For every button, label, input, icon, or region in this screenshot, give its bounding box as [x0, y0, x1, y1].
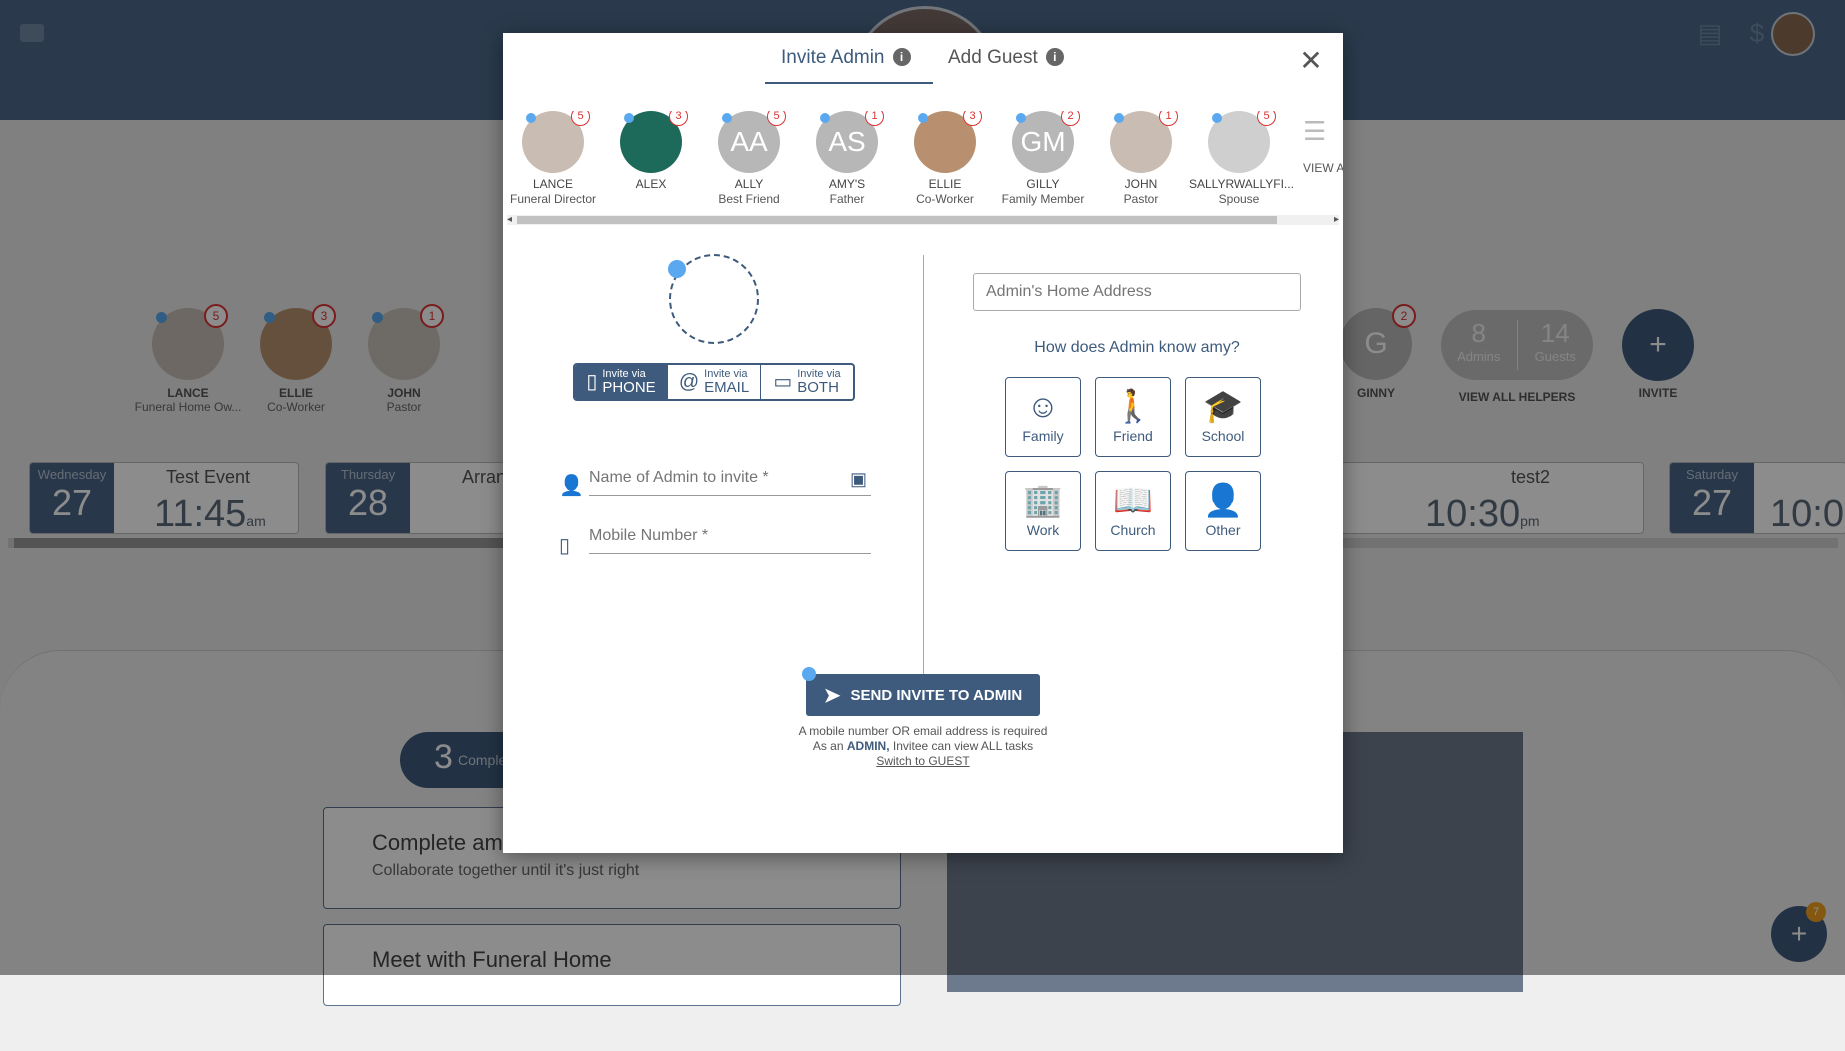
relationship-school-button[interactable]: 🎓 School	[1185, 377, 1261, 457]
family-icon: ☺	[1026, 388, 1060, 424]
invite-via-phone[interactable]: ▯ Invite via PHONE	[575, 365, 668, 399]
tab-add-guest[interactable]: Add Guest i	[948, 47, 1064, 69]
relationship-friend-button[interactable]: 🚶 Friend	[1095, 377, 1171, 457]
invite-form-left: ▯ Invite via PHONE @ Invite via EMAIL ▭ In…	[503, 253, 923, 693]
relationship-label: Work	[1026, 522, 1060, 538]
person-role: Family Member	[1001, 192, 1085, 206]
people-strip: 5 LANCE Funeral Director 3 ALEX AA 5 ALLY…	[503, 111, 1343, 211]
relationship-other-button[interactable]: 👤 Other	[1185, 471, 1261, 551]
church-icon: 📖	[1113, 482, 1153, 518]
tab-label: Invite Admin	[781, 47, 885, 68]
required-note: A mobile number OR email address is requ…	[798, 724, 1048, 738]
mobile-number-field[interactable]	[589, 523, 871, 554]
admin-name-field[interactable]: ▣	[589, 465, 871, 496]
tab-invite-admin[interactable]: Invite Admin i	[781, 47, 911, 69]
relationship-label: Friend	[1113, 428, 1153, 444]
person-name: ALLY	[734, 177, 764, 191]
close-icon[interactable]: ✕	[1297, 47, 1325, 75]
admin-note: As an ADMIN, Invitee can view ALL tasks	[812, 739, 1034, 753]
invite-via-email[interactable]: @ Invite via EMAIL	[668, 365, 761, 399]
person-role: Funeral Director	[509, 192, 597, 206]
active-tab-indicator	[765, 82, 933, 84]
relationship-work-button[interactable]: 🏢 Work	[1005, 471, 1081, 551]
person-ally[interactable]: AA 5 ALLY Best Friend	[699, 111, 799, 206]
admin-name-input[interactable]	[589, 465, 829, 491]
mobile-icon: ▯	[559, 535, 571, 557]
people-scrollbar-thumb[interactable]	[517, 216, 1277, 224]
phone-icon: ▯	[586, 371, 598, 393]
view-all-people[interactable]: ☰ VIEW A	[1303, 117, 1343, 175]
relationship-label: Family	[1022, 428, 1064, 444]
scroll-left-icon[interactable]: ◂	[507, 214, 512, 225]
person-gilly[interactable]: GM 2 GILLY Family Member	[993, 111, 1093, 206]
switch-to-guest-link[interactable]: Switch to GUEST	[503, 754, 1343, 769]
invite-via-both[interactable]: ▭ Invite via BOTH	[761, 365, 853, 399]
person-john[interactable]: 1 JOHN Pastor	[1091, 111, 1191, 206]
photo-upload-dot	[668, 260, 686, 278]
person-name: ALEX	[635, 177, 667, 191]
send-indicator-dot	[802, 667, 816, 681]
relationship-label: School	[1201, 428, 1245, 444]
friend-icon: 🚶	[1113, 388, 1153, 424]
devices-icon: ▭	[773, 371, 793, 393]
home-address-input[interactable]	[973, 273, 1301, 311]
person-role: Spouse	[1218, 192, 1260, 206]
person-name: LANCE	[532, 177, 573, 191]
person-lance[interactable]: 5 LANCE Funeral Director	[503, 111, 603, 206]
person-name: ELLIE	[928, 177, 962, 191]
at-icon: @	[678, 371, 700, 393]
mobile-number-input[interactable]	[589, 523, 829, 549]
view-all-label: VIEW A	[1303, 161, 1343, 175]
relationship-question: How does Admin know amy?	[1034, 339, 1240, 356]
send-icon: ➤	[823, 684, 841, 707]
person-name: AMY'S	[828, 177, 866, 191]
invite-notes: A mobile number OR email address is requ…	[503, 724, 1343, 769]
invite-via-toggle: ▯ Invite via PHONE @ Invite via EMAIL ▭ In…	[573, 363, 855, 401]
send-invite-button[interactable]: ➤ SEND INVITE TO ADMIN	[806, 674, 1040, 716]
person-role: Best Friend	[718, 192, 780, 206]
other-icon: 👤	[1203, 482, 1243, 518]
person-ellie[interactable]: 3 ELLIE Co-Worker	[895, 111, 995, 206]
person-amys[interactable]: AS 1 AMY'S Father	[797, 111, 897, 206]
person-sally[interactable]: 5 SALLYRWALLYFI... Spouse	[1189, 111, 1294, 206]
person-alex[interactable]: 3 ALEX	[601, 111, 701, 192]
school-icon: 🎓	[1203, 388, 1243, 424]
contacts-icon[interactable]: ▣	[850, 469, 867, 490]
column-divider	[923, 255, 924, 687]
send-label: SEND INVITE TO ADMIN	[850, 686, 1023, 704]
list-icon: ☰	[1303, 116, 1327, 146]
people-scrollbar[interactable]: ◂ ▸	[507, 214, 1339, 225]
tab-label: Add Guest	[948, 47, 1038, 68]
modal-tabs: Invite Admin i Add Guest i ✕	[503, 33, 1343, 85]
relationship-label: Church	[1110, 522, 1156, 538]
person-role: Father	[829, 192, 865, 206]
person-role: Co-Worker	[916, 192, 974, 206]
person-name: GILLY	[1026, 177, 1060, 191]
work-icon: 🏢	[1023, 482, 1063, 518]
person-name: SALLYRWALLYFI...	[1189, 177, 1294, 191]
scroll-right-icon[interactable]: ▸	[1334, 214, 1339, 225]
person-name: JOHN	[1124, 177, 1158, 191]
invite-modal: Invite Admin i Add Guest i ✕ 5 LANCE Funer…	[503, 33, 1343, 853]
relationship-label: Other	[1205, 522, 1241, 538]
add-person-icon: 👤	[559, 475, 584, 497]
relationship-family-button[interactable]: ☺ Family	[1005, 377, 1081, 457]
info-icon[interactable]: i	[892, 48, 911, 66]
person-role: Pastor	[1123, 192, 1159, 206]
relationship-church-button[interactable]: 📖 Church	[1095, 471, 1171, 551]
send-invite-wrap: ➤ SEND INVITE TO ADMIN	[802, 667, 1040, 716]
info-icon[interactable]: i	[1045, 48, 1064, 66]
